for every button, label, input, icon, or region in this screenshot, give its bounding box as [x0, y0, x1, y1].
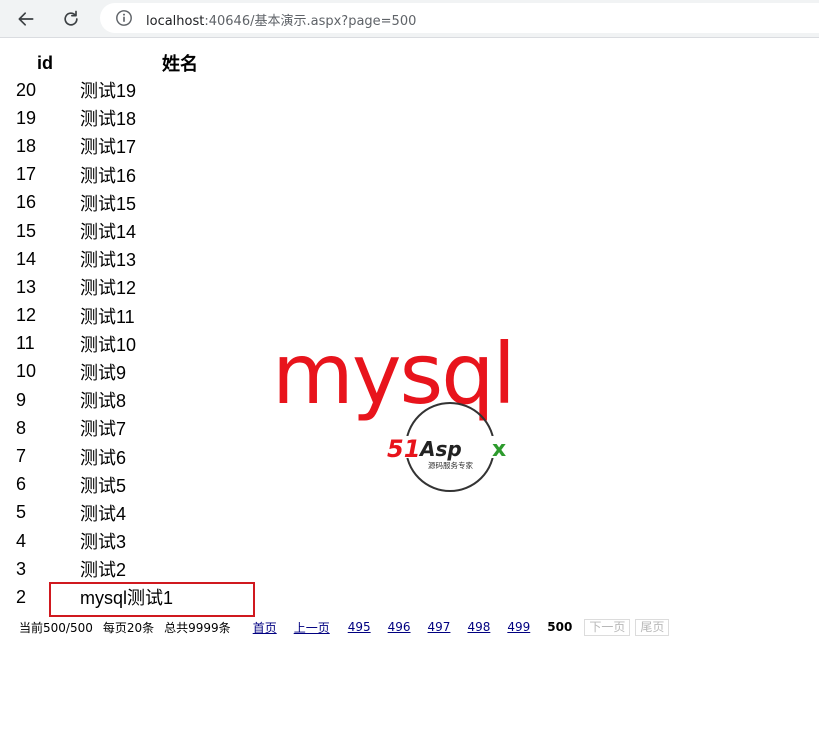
logo-subtitle: 源码服务专家: [428, 460, 473, 470]
row-name: 测试8: [80, 391, 127, 412]
row-name: 测试7: [80, 419, 127, 440]
url-path: :40646/基本演示.aspx?page=500: [204, 14, 417, 29]
row-id: 18: [16, 135, 37, 156]
row-name: 测试19: [80, 81, 137, 102]
pager-page-497[interactable]: 497: [428, 620, 451, 634]
row-id: 13: [16, 276, 37, 297]
row-id: 8: [16, 417, 27, 438]
row-id: 14: [16, 248, 37, 269]
logo-51: 51: [387, 435, 420, 463]
back-button[interactable]: [13, 6, 39, 32]
address-bar[interactable]: localhost:40646/基本演示.aspx?page=500: [100, 3, 819, 33]
toolbar-divider: [0, 37, 819, 38]
row-id: 12: [16, 305, 37, 326]
row-name: 测试5: [80, 475, 127, 496]
row-id: 10: [16, 361, 37, 382]
pager: 当前500/500 每页20条 总共9999条 首页 上一页 495 496 4…: [19, 618, 670, 636]
row-id: 16: [16, 192, 37, 213]
url-text[interactable]: localhost:40646/基本演示.aspx?page=500: [146, 10, 416, 29]
table-row: 6 测试5: [10, 471, 280, 499]
row-id: 11: [16, 333, 35, 354]
table-row: 10 测试9: [10, 358, 280, 386]
51aspx-logo: 51 Asp x 源码服务专家: [385, 402, 515, 492]
pager-per-page: 每页20条: [102, 620, 155, 635]
pager-first-link[interactable]: 首页: [253, 619, 277, 636]
row-name: 测试3: [80, 532, 127, 553]
row-id: 4: [16, 530, 27, 551]
table-row: 12 测试11: [10, 302, 280, 330]
pager-current-info: 当前500/500: [19, 620, 93, 635]
row-name: 测试17: [80, 137, 137, 158]
header-id: id: [37, 52, 53, 73]
table-row: 14 测试13: [10, 245, 280, 273]
pager-page-496[interactable]: 496: [388, 620, 411, 634]
table-row: 7 测试6: [10, 442, 280, 470]
table-row: 15 测试14: [10, 217, 280, 245]
pager-page-498[interactable]: 498: [467, 620, 490, 634]
reload-button[interactable]: [58, 6, 84, 32]
row-id: 6: [16, 474, 27, 495]
logo-aspx: Asp: [418, 437, 462, 461]
row-name: 测试2: [80, 560, 127, 581]
highlight-annotation-box: [49, 582, 255, 617]
row-name: 测试16: [80, 165, 137, 186]
header-name: 姓名: [162, 54, 198, 74]
pager-current-page: 500: [547, 620, 573, 634]
row-name: 测试9: [80, 362, 127, 383]
table-row: 20 测试19: [10, 76, 280, 104]
row-id: 7: [16, 446, 27, 467]
pager-next-disabled: 下一页: [584, 618, 631, 636]
table-row: 8 测试7: [10, 414, 280, 442]
pager-page-499[interactable]: 499: [507, 620, 530, 634]
row-name: 测试6: [80, 447, 127, 468]
pager-last-disabled: 尾页: [635, 618, 670, 636]
table-row: 18 测试17: [10, 132, 280, 160]
table-row: 16 测试15: [10, 189, 280, 217]
url-host: localhost: [146, 14, 205, 29]
row-id: 9: [16, 389, 27, 410]
row-name: 测试10: [80, 334, 137, 355]
watermark: mysql 51 Asp x 源码服务专家: [270, 332, 520, 500]
pager-total: 总共9999条: [164, 620, 231, 635]
table-row: 5 测试4: [10, 499, 280, 527]
row-id: 20: [16, 79, 37, 100]
table-row: 3 测试2: [10, 555, 280, 583]
table-row: 19 测试18: [10, 104, 280, 132]
data-table: id 姓名 20 测试19 19 测试18 18 测试17 17 测试16 16 测试15 15 测试…: [10, 50, 280, 612]
pager-page-495[interactable]: 495: [348, 620, 371, 634]
info-icon[interactable]: [115, 9, 133, 27]
reload-icon: [64, 10, 78, 26]
row-id: 15: [16, 220, 37, 241]
pager-prev-link[interactable]: 上一页: [294, 619, 330, 636]
row-name: 测试13: [80, 250, 137, 271]
row-id: 5: [16, 502, 27, 523]
row-name: 测试14: [80, 222, 137, 243]
table-row: 11 测试10: [10, 330, 280, 358]
row-name: 测试11: [80, 306, 135, 327]
row-id: 3: [16, 558, 27, 579]
row-name: 测试18: [80, 109, 137, 130]
row-name: 测试15: [80, 193, 137, 214]
row-name: 测试4: [80, 503, 127, 524]
row-name: 测试12: [80, 278, 137, 299]
table-row: 13 测试12: [10, 273, 280, 301]
row-id: 17: [16, 164, 37, 185]
arrow-left-icon: [18, 12, 34, 26]
table-row: 17 测试16: [10, 161, 280, 189]
row-id: 19: [16, 107, 37, 128]
table-row: 4 测试3: [10, 527, 280, 555]
browser-toolbar: localhost:40646/基本演示.aspx?page=500: [0, 0, 819, 37]
table-row: 9 测试8: [10, 386, 280, 414]
table-header-row: id 姓名: [10, 50, 280, 76]
logo-x: x: [492, 437, 506, 462]
